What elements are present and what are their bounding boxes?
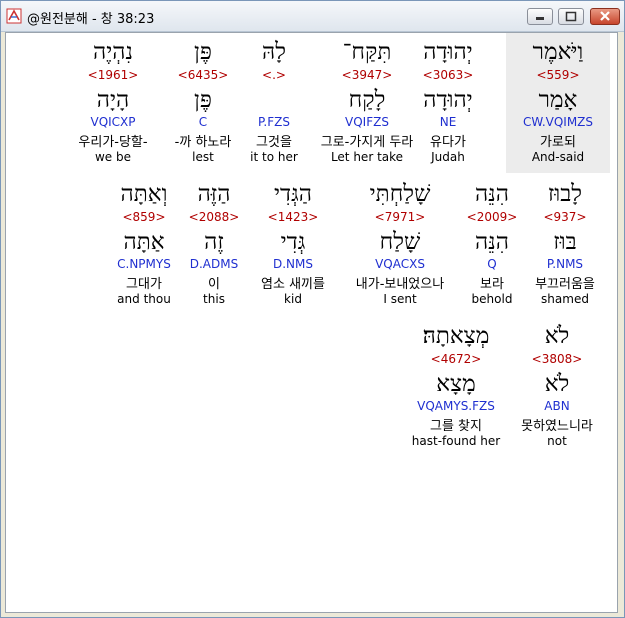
word-cell[interactable]: נִהְיֶה <1961> הָיָה VQICXP 우리가-당할- we b… (61, 33, 165, 173)
english-gloss: Let her take (330, 150, 404, 164)
strong-number: <7971> (374, 210, 426, 224)
hebrew-word: לֹא (544, 323, 570, 349)
lexical-form: אַתָּה (123, 229, 165, 255)
strong-number: <3808> (531, 352, 583, 366)
english-gloss: lest (192, 150, 214, 164)
english-gloss: not (547, 434, 567, 448)
english-gloss: I sent (383, 292, 417, 306)
lexical-form: שָׁלַח (379, 229, 421, 255)
parsing-code: C (198, 115, 208, 129)
maximize-icon (565, 11, 577, 22)
english-gloss: and thou (117, 292, 171, 306)
parsing-code: VQICXP (90, 115, 136, 129)
hebrew-word: שָׁלַחְתִּי (369, 181, 431, 207)
lexical-form: פֶּן (194, 87, 212, 113)
hebrew-word: הִנֵּה (475, 181, 509, 207)
hebrew-word: פֶּן (194, 39, 212, 65)
close-button[interactable] (590, 8, 620, 25)
window-title: @원전분해 - 창 38:23 (27, 12, 155, 27)
window-frame-right (619, 32, 624, 617)
lexical-form: מָצָא (436, 371, 476, 397)
korean-gloss: -까 하노라 (174, 135, 232, 150)
parsing-code: VQIFZS (345, 115, 389, 129)
word-cell[interactable]: פֶּן <6435> פֶּן C -까 하노라 lest (151, 33, 255, 173)
parsing-code: C.NPMYS (117, 257, 171, 271)
strong-number: <4672> (430, 352, 482, 366)
parsing-code: CW.VQIMZS (522, 115, 594, 129)
word-cell[interactable]: הִנֵּה <2009> הִנֵּה Q 보라 behold (440, 175, 544, 315)
title-bar[interactable]: @원전분해 - 창 38:23 (1, 1, 624, 32)
korean-gloss: 그를 찾지 (430, 419, 482, 434)
lexical-form: לָקַח (348, 87, 386, 113)
korean-gloss: 우리가-당할- (78, 135, 148, 150)
word-cell[interactable]: תִּקַּח־ <3947> לָקַח VQIFZS 그로-가지게 두라 L… (315, 33, 419, 173)
parsing-code: Q (487, 257, 497, 271)
strong-number: <3947> (341, 68, 393, 82)
parsing-code: VQACXS (375, 257, 425, 271)
lexical-form: לֹא (544, 371, 570, 397)
hebrew-word: מְצָאתָהּ׃ (422, 323, 490, 349)
korean-gloss: 그대가 (126, 277, 162, 292)
hebrew-word: וְאַתָּה (120, 181, 168, 207)
word-cell[interactable]: לֹא <3808> לֹא ABN 못하였느니라 not (505, 317, 609, 457)
korean-gloss: 그로-가지게 두라 (320, 135, 414, 150)
korean-gloss: 못하였느니라 (521, 419, 593, 434)
english-gloss: behold (471, 292, 513, 306)
strong-number: <1961> (87, 68, 139, 82)
strong-number: <6435> (177, 68, 229, 82)
hebrew-word: נִהְיֶה (93, 39, 133, 65)
lexical-form: אָמַר (538, 87, 578, 113)
word-cell[interactable]: שָׁלַחְתִּי <7971> שָׁלַח VQACXS 내가-보내었으… (348, 175, 452, 315)
korean-gloss: 보라 (480, 277, 504, 292)
korean-gloss: 가로되 (540, 135, 576, 150)
strong-number: <2009> (466, 210, 518, 224)
app-window: @원전분해 - 창 38:23 וַיֹּאמֶר <559> אָמַר CW… (0, 0, 625, 618)
interlinear-pane[interactable]: וַיֹּאמֶר <559> אָמַר CW.VQIMZS 가로되 And-… (5, 32, 618, 613)
english-gloss: And-said (531, 150, 585, 164)
hebrew-word: וַיֹּאמֶר (532, 39, 584, 65)
lexical-form: הָיָה (96, 87, 130, 113)
parsing-code: VQAMYS.FZS (417, 399, 495, 413)
word-cell[interactable]: וַיֹּאמֶר <559> אָמַר CW.VQIMZS 가로되 And-… (506, 33, 610, 173)
english-gloss: hast-found her (411, 434, 501, 448)
strong-number: <559> (536, 68, 580, 82)
app-icon (6, 8, 22, 24)
word-cell[interactable]: מְצָאתָהּ׃ <4672> מָצָא VQAMYS.FZS 그를 찾지… (404, 317, 508, 457)
word-cell[interactable]: וְאַתָּה <859> אַתָּה C.NPMYS 그대가 and th… (92, 175, 196, 315)
parsing-code: ABN (544, 399, 570, 413)
minimize-icon (536, 17, 544, 20)
maximize-button[interactable] (558, 8, 584, 25)
strong-number: <859> (122, 210, 166, 224)
korean-gloss: 내가-보내었으나 (355, 277, 445, 292)
minimize-button[interactable] (527, 8, 553, 25)
hebrew-word: תִּקַּח־ (342, 39, 392, 65)
close-icon (600, 11, 610, 21)
lexical-form: הִנֵּה (475, 229, 509, 255)
english-gloss: we be (94, 150, 131, 164)
